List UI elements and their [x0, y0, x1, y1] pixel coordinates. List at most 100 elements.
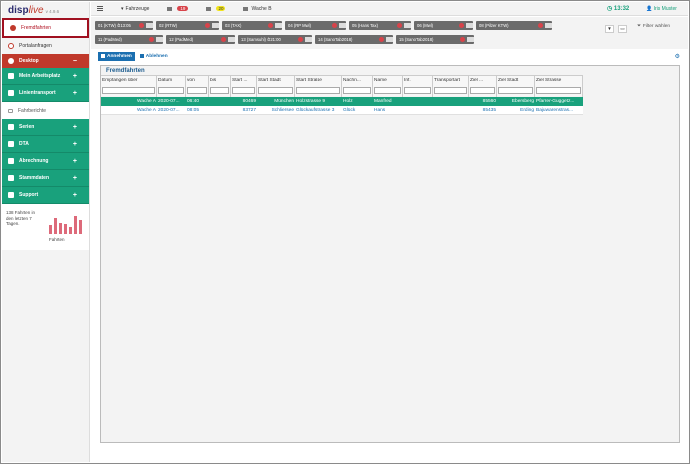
column-filter-input[interactable] — [343, 87, 371, 94]
sidebar-item-abrechnung[interactable]: Abrechnung + — [2, 153, 89, 170]
table-cell — [403, 97, 433, 106]
sidebar-item-label: Portalanfragen — [19, 42, 52, 49]
toggle-icon[interactable] — [466, 23, 473, 28]
toggle-icon[interactable] — [275, 23, 282, 28]
vehicle-chip[interactable]: 15 (SanoTab2018) — [396, 35, 474, 44]
vehicle-chip[interactable]: 14 (SanoTab2018) — [315, 35, 393, 44]
column-filter-input[interactable] — [404, 87, 431, 94]
toggle-icon[interactable] — [212, 23, 219, 28]
table-row[interactable]: Wache A 2020-07... 06:40 80469 München Holzst… — [101, 97, 583, 106]
column-filter-input[interactable] — [434, 87, 467, 94]
column-filter-input[interactable] — [210, 87, 229, 94]
wache-selector[interactable]: Wache B — [243, 6, 272, 12]
sidebar-item-linientransport[interactable]: Linientransport + — [2, 85, 89, 102]
column-filter-input[interactable] — [158, 87, 184, 94]
vehicle-chip[interactable]: 06 (Mwl) — [414, 21, 473, 30]
table-cell: 06:40 — [187, 99, 200, 104]
table-row[interactable]: Wache A 2020-07... 08:05 83727 Schliersee Glü… — [101, 106, 583, 115]
expand-icon[interactable]: + — [73, 158, 77, 165]
column-header[interactable]: Ziel ... — [469, 76, 497, 97]
mail-counter[interactable]: 20 — [206, 6, 226, 11]
column-filter-input[interactable] — [232, 87, 255, 94]
table-cell — [209, 106, 231, 115]
column-header[interactable]: Empfangen über — [101, 76, 157, 97]
column-filter-input[interactable] — [536, 87, 581, 94]
star-icon — [8, 73, 14, 79]
toggle-icon[interactable] — [545, 23, 552, 28]
accept-button[interactable]: Annehmen — [98, 51, 135, 61]
sidebar-item-fremdfahrten[interactable]: Fremdfahrten — [2, 18, 89, 38]
expand-icon[interactable]: + — [73, 124, 77, 131]
inbox-counter[interactable]: 19 — [167, 6, 189, 11]
vehicle-chip[interactable]: 05 (Hans Tax) — [349, 21, 411, 30]
vehicle-chip[interactable]: 01 (KTW) ⏱13:05 — [95, 21, 153, 30]
toggle-icon[interactable] — [156, 37, 163, 42]
column-header[interactable]: Ziel Stadt — [497, 76, 535, 97]
toggle-icon[interactable] — [146, 23, 153, 28]
stats-bar — [49, 225, 52, 234]
logo-live: live — [28, 5, 44, 16]
expand-icon[interactable]: + — [73, 192, 77, 199]
sidebar-item-portalanfragen[interactable]: Portalanfragen — [2, 38, 89, 53]
column-header[interactable]: Start ... — [231, 76, 257, 97]
hamburger-icon[interactable] — [97, 5, 103, 12]
toggle-icon[interactable] — [228, 37, 235, 42]
user-menu[interactable]: 👤 Iris Muster — [646, 6, 677, 12]
column-header[interactable]: Name — [373, 76, 403, 97]
sidebar-item-mein-arbeitsplatz[interactable]: Mein Arbeitsplatz + — [2, 68, 89, 85]
expand-icon[interactable]: + — [73, 141, 77, 148]
toggle-icon[interactable] — [404, 23, 411, 28]
vehicle-chip[interactable]: 12 (PadMed) — [166, 35, 235, 44]
sidebar-item-stammdaten[interactable]: Stammdaten + — [2, 170, 89, 187]
toggle-icon[interactable] — [467, 37, 474, 42]
action-bar: Annehmen Ablehnen ⚙ — [91, 50, 688, 62]
vehicle-chip[interactable]: 13 (Samsuhl) ⏱21:00 — [238, 35, 312, 44]
sidebar-item-fahrberichte[interactable]: Fahrberichte — [2, 102, 89, 119]
monitor-icon-button[interactable]: ▭ — [618, 25, 627, 33]
vehicle-chip[interactable]: 02 (RTW) — [156, 21, 219, 30]
sidebar-item-serien[interactable]: Serien + — [2, 119, 89, 136]
column-filter-input[interactable] — [296, 87, 340, 94]
column-header[interactable]: Ziel Strasse — [535, 76, 583, 97]
vehicle-chip[interactable]: 11 (PadMed) — [95, 35, 163, 44]
fahrzeuge-dropdown[interactable]: ▾ Fahrzeuge — [121, 6, 149, 12]
vehicle-label: 13 (Samsuhl) ⏱21:00 — [241, 37, 281, 42]
expand-icon[interactable]: + — [73, 73, 77, 80]
column-header[interactable]: Nachn... — [342, 76, 373, 97]
collapse-icon[interactable]: − — [73, 58, 77, 65]
fahrzeuge-label: Fahrzeuge — [125, 5, 150, 12]
column-filter-input[interactable] — [470, 87, 495, 94]
vehicle-chip[interactable]: 08 (Pilzer KTW) — [476, 21, 552, 30]
user-name: Iris Muster — [653, 5, 677, 12]
column-filter-input[interactable] — [498, 87, 533, 94]
vehicle-chip[interactable]: 04 (RP Mwl) — [285, 21, 346, 30]
sidebar-item-dta[interactable]: DTA + — [2, 136, 89, 153]
column-header[interactable]: Start Straße — [295, 76, 342, 97]
column-filter-input[interactable] — [374, 87, 401, 94]
app-logo: displive v 4.9.6 — [2, 2, 89, 16]
column-header[interactable]: Start Stadt — [257, 76, 295, 97]
sidebar-item-support[interactable]: Support + — [2, 187, 89, 204]
sidebar-item-label: Desktop — [19, 58, 39, 64]
column-header[interactable]: von — [186, 76, 209, 97]
toggle-icon[interactable] — [386, 37, 393, 42]
expand-icon[interactable]: + — [73, 175, 77, 182]
vehicle-label: 15 (SanoTab2018) — [399, 37, 434, 42]
column-filter-input[interactable] — [102, 87, 155, 94]
filter-select[interactable]: ⏷ Filter wählen — [637, 23, 670, 30]
filter-icon-button[interactable]: ▼ — [605, 25, 614, 33]
column-header[interactable]: Datum — [157, 76, 186, 97]
toggle-icon[interactable] — [305, 37, 312, 42]
gear-icon[interactable]: ⚙ — [675, 53, 680, 60]
column-header[interactable]: Inf. — [403, 76, 433, 97]
reject-button[interactable]: Ablehnen — [137, 52, 171, 61]
column-filter-input[interactable] — [258, 87, 293, 94]
toggle-icon[interactable] — [339, 23, 346, 28]
column-header[interactable]: Transportart — [433, 76, 469, 97]
table-cell: 08:05 — [187, 108, 200, 113]
expand-icon[interactable]: + — [73, 90, 77, 97]
column-header[interactable]: bis — [209, 76, 231, 97]
sidebar-item-desktop[interactable]: Desktop − — [2, 54, 89, 68]
column-filter-input[interactable] — [187, 87, 207, 94]
vehicle-chip[interactable]: 03 (TAX) — [222, 21, 282, 30]
